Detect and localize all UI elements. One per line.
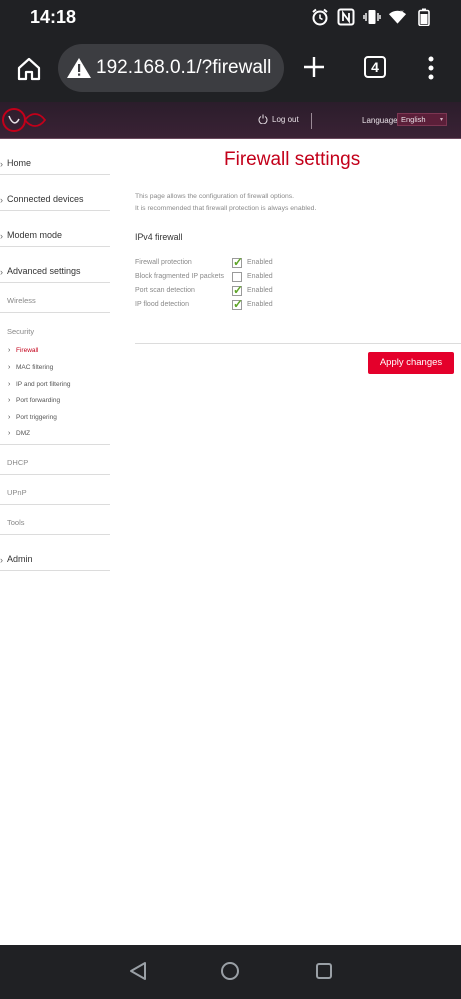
header-divider (311, 113, 312, 129)
browser-toolbar: 192.168.0.1/?firewall 4 (0, 34, 461, 102)
sidebar-group-upnp[interactable]: UPnP (0, 475, 110, 505)
vibrate-icon (362, 7, 381, 26)
sidebar-group-label[interactable]: DHCP (7, 458, 28, 467)
checkbox[interactable]: ✓ (232, 255, 244, 269)
page-title: Firewall settings (224, 149, 361, 170)
option-row-firewall-protection: Firewall protection ✓ Enabled (135, 255, 295, 270)
chevron-right-icon: › (8, 414, 11, 421)
option-state: Enabled (247, 259, 273, 266)
option-label: Port scan detection (135, 287, 195, 294)
chevron-right-icon: › (8, 430, 11, 437)
sidebar-item-connected-devices[interactable]: › Connected devices (0, 175, 110, 211)
sidebar-group-dhcp[interactable]: DHCP (0, 445, 110, 475)
sidebar-item-admin[interactable]: › Admin (0, 535, 110, 571)
home-icon[interactable] (16, 56, 42, 82)
chevron-right-icon: › (8, 364, 11, 371)
status-time: 14:18 (30, 7, 77, 27)
language-label: Language (362, 116, 398, 125)
virgin-media-logo[interactable] (0, 104, 48, 137)
status-bar: 14:18 x (0, 0, 461, 34)
tabs-icon[interactable]: 4 (364, 56, 386, 78)
battery-icon (414, 7, 433, 26)
apply-changes-button[interactable]: Apply changes (368, 352, 454, 374)
nfc-icon (336, 7, 355, 26)
caret-icon: › (0, 195, 3, 205)
wifi-icon: x (388, 7, 407, 26)
logout-link[interactable]: Log out (258, 114, 299, 124)
sidebar-subitem-port-triggering[interactable]: › Port triggering (8, 414, 57, 421)
sidebar-subitem-firewall[interactable]: › Firewall (8, 347, 38, 354)
caret-icon: › (0, 555, 3, 565)
chevron-down-icon: ▾ (439, 117, 443, 123)
chevron-right-icon: › (8, 347, 11, 354)
sidebar-group-label[interactable]: UPnP (7, 488, 27, 497)
option-state: Enabled (247, 273, 273, 280)
language-select[interactable]: English ▾ (397, 113, 447, 126)
site-header: Log out Language English ▾ (0, 102, 461, 139)
recents-icon[interactable] (315, 962, 333, 980)
caret-icon: › (0, 231, 3, 241)
sidebar-item-home[interactable]: › Home (0, 139, 110, 175)
checkbox[interactable]: ✓ (232, 297, 244, 311)
home-circle-icon[interactable] (220, 961, 240, 981)
page-description: This page allows the configuration of fi… (135, 193, 295, 200)
section-title: IPv4 firewall (135, 232, 183, 242)
chevron-right-icon: › (8, 397, 11, 404)
sidebar-subitem-dmz[interactable]: › DMZ (8, 430, 30, 437)
sidebar-group-wireless[interactable]: Wireless (0, 283, 110, 313)
option-state: Enabled (247, 287, 273, 294)
sidebar-subitem-port-forwarding[interactable]: › Port forwarding (8, 397, 60, 404)
sidebar-item-modem-mode[interactable]: › Modem mode (0, 211, 110, 247)
check-icon: ✓ (233, 255, 244, 269)
warning-icon[interactable] (66, 56, 92, 80)
power-icon (258, 114, 268, 124)
check-icon: ✓ (233, 283, 244, 297)
option-row-port-scan: Port scan detection ✓ Enabled (135, 283, 295, 298)
overflow-menu-icon[interactable] (427, 56, 435, 82)
content-divider (135, 343, 461, 344)
url-text[interactable]: 192.168.0.1/?firewall (96, 57, 271, 79)
checkbox[interactable] (232, 272, 242, 282)
option-state: Enabled (247, 301, 273, 308)
sidebar-item-label[interactable]: Admin (7, 554, 33, 564)
sidebar-item-label[interactable]: Modem mode (7, 230, 62, 240)
sidebar-subitem-mac-filtering[interactable]: › MAC filtering (8, 364, 53, 371)
sidebar-item-advanced-settings[interactable]: › Advanced settings (0, 247, 110, 283)
caret-icon: › (0, 159, 3, 169)
language-value[interactable]: English (401, 115, 426, 124)
chevron-right-icon: › (8, 381, 11, 388)
sidebar-group-label[interactable]: Wireless (7, 296, 36, 305)
sidebar-item-label[interactable]: Connected devices (7, 194, 84, 204)
alarm-icon (310, 7, 329, 26)
android-nav-bar (0, 945, 461, 999)
sidebar-item-label[interactable]: Advanced settings (7, 266, 81, 276)
option-label: Block fragmented IP packets (135, 273, 224, 280)
status-icons: x (310, 7, 433, 26)
sidebar: › Home › Connected devices › Modem mode … (0, 139, 110, 571)
option-row-block-fragmented: Block fragmented IP packets Enabled (135, 272, 295, 284)
sidebar-group-tools[interactable]: Tools (0, 505, 110, 535)
address-bar[interactable]: 192.168.0.1/?firewall (58, 44, 284, 92)
back-icon[interactable] (128, 961, 148, 981)
sidebar-group-label[interactable]: Tools (7, 518, 25, 527)
checkbox[interactable]: ✓ (232, 283, 244, 297)
plus-icon[interactable] (302, 55, 326, 79)
check-icon: ✓ (233, 297, 244, 311)
sidebar-group-security: Security › Firewall › MAC filtering › IP an… (0, 313, 110, 445)
option-label: Firewall protection (135, 259, 192, 266)
caret-icon: › (0, 267, 3, 277)
sidebar-item-label[interactable]: Home (7, 158, 31, 168)
option-row-ip-flood: IP flood detection ✓ Enabled (135, 297, 295, 312)
logout-label[interactable]: Log out (272, 115, 299, 124)
sidebar-group-label[interactable]: Security (7, 327, 34, 336)
page-description: It is recommended that firewall protecti… (135, 205, 317, 212)
sidebar-subitem-ip-port-filtering[interactable]: › IP and port filtering (8, 381, 70, 388)
option-label: IP flood detection (135, 301, 189, 308)
